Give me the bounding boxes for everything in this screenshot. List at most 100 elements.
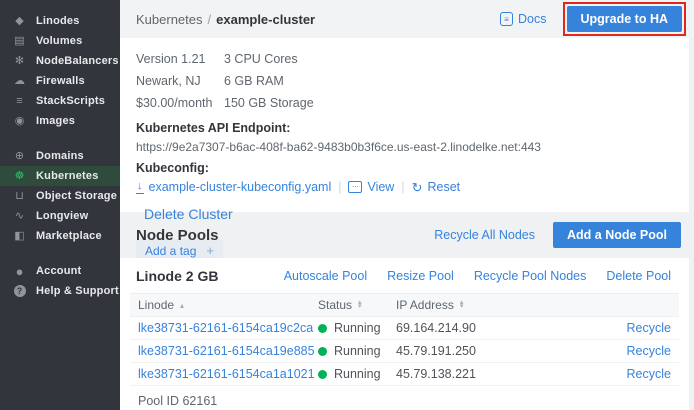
sidebar-item-account[interactable]: ● Account [0,261,120,281]
kubeconfig-filename: example-cluster-kubeconfig.yaml [149,180,332,194]
node-link[interactable]: lke38731-62161-6154ca19e885 [130,344,310,358]
recycle-node-link[interactable]: Recycle [627,344,671,358]
sidebar-item-kubernetes[interactable]: ☸ Kubernetes [0,166,120,186]
breadcrumb-kubernetes-link[interactable]: Kubernetes [136,12,203,27]
header-actions: ≡ Docs Upgrade to HA [500,2,686,36]
status-label: Running [334,321,381,335]
sidebar-item-label: Kubernetes [36,170,99,182]
view-label: View [367,180,394,194]
sidebar-item-help-support[interactable]: ? Help & Support [0,281,120,301]
sort-icon: ▴▾ [460,301,464,310]
resize-pool-link[interactable]: Resize Pool [387,269,454,283]
reset-label: Reset [428,180,461,194]
summary-row: Newark, NJ 6 GB RAM [136,70,673,92]
table-header: Linode ▴ Status ▴▾ IP Address ▴▾ [130,293,679,317]
cluster-ram: 6 GB RAM [224,74,673,88]
sidebar-item-label: Images [36,115,75,127]
sidebar-item-object-storage[interactable]: ⊔ Object Storage [0,186,120,206]
sidebar-item-label: NodeBalancers [36,55,119,67]
sidebar-item-longview[interactable]: ∿ Longview [0,206,120,226]
node-pools-actions: Recycle All Nodes Add a Node Pool [434,222,681,248]
sidebar-group-services: ⊕ Domains ☸ Kubernetes ⊔ Object Storage … [0,146,120,246]
sort-icon: ▴▾ [358,301,362,310]
cluster-price: $30.00/month [136,96,224,110]
question-mark-icon: ? [14,285,26,297]
node-pool-card: Linode 2 GB Autoscale Pool Resize Pool R… [120,258,689,410]
column-header-status[interactable]: Status ▴▾ [310,298,388,312]
docs-link[interactable]: ≡ Docs [500,12,546,26]
delete-pool-link[interactable]: Delete Pool [606,269,671,283]
upgrade-to-ha-button[interactable]: Upgrade to HA [567,6,683,32]
kubeconfig-reset-link[interactable]: ↻ Reset [412,180,461,194]
annotation-highlight-box: Upgrade to HA [563,2,687,36]
stackscripts-icon: ≡ [12,96,27,107]
cluster-region: Newark, NJ [136,74,224,88]
node-link[interactable]: lke38731-62161-6154ca1a1021 [130,367,310,381]
cluster-summary-card: Version 1.21 3 CPU Cores Newark, NJ 6 GB… [120,38,689,212]
sort-asc-icon: ▴ [180,301,184,310]
sidebar-item-label: Linodes [36,15,80,27]
sidebar-item-firewalls[interactable]: ☁ Firewalls [0,71,120,91]
sidebar-item-stackscripts[interactable]: ≡ StackScripts [0,91,120,111]
view-icon: ⋯ [348,181,362,193]
docs-label: Docs [518,12,546,26]
breadcrumb: Kubernetes / example-cluster [136,12,315,27]
object-storage-icon: ⊔ [12,191,27,202]
help-icon: ? [12,285,27,297]
cluster-storage: 150 GB Storage [224,96,673,110]
nodes-table: Linode ▴ Status ▴▾ IP Address ▴▾ lke3873… [130,293,679,408]
separator: | [338,180,341,194]
recycle-pool-nodes-link[interactable]: Recycle Pool Nodes [474,269,587,283]
summary-row: $30.00/month 150 GB Storage [136,92,673,114]
linodes-icon: ◆ [12,16,27,27]
cluster-version: Version 1.21 [136,52,224,66]
sidebar-group-compute: ◆ Linodes ▤ Volumes ✻ NodeBalancers ☁ Fi… [0,11,120,131]
sidebar-item-label: StackScripts [36,95,105,107]
node-ip: 45.79.138.221 [388,367,518,381]
sidebar-item-domains[interactable]: ⊕ Domains [0,146,120,166]
add-node-pool-button[interactable]: Add a Node Pool [553,222,681,248]
recycle-node-link[interactable]: Recycle [627,367,671,381]
sidebar-item-label: Volumes [36,35,82,47]
kubeconfig-label: Kubeconfig: [136,161,673,175]
column-header-ip-address[interactable]: IP Address ▴▾ [388,298,518,312]
sidebar-item-images[interactable]: ◉ Images [0,111,120,131]
page-header: Kubernetes / example-cluster ≡ Docs Upgr… [120,0,694,38]
autoscale-pool-link[interactable]: Autoscale Pool [284,269,367,283]
pool-name: Linode 2 GB [136,268,218,284]
sidebar-item-linodes[interactable]: ◆ Linodes [0,11,120,31]
sidebar-item-label: Longview [36,210,88,222]
node-status: Running [310,344,388,358]
domains-icon: ⊕ [12,151,27,162]
volumes-icon: ▤ [12,36,27,47]
summary-row: Version 1.21 3 CPU Cores [136,48,673,70]
recycle-all-nodes-link[interactable]: Recycle All Nodes [434,228,535,242]
kubeconfig-view-link[interactable]: ⋯ View [348,180,394,194]
images-icon: ◉ [12,116,27,127]
table-row: lke38731-62161-6154ca19c2ca Running 69.1… [130,317,679,340]
sidebar-item-label: Domains [36,150,84,162]
firewalls-icon: ☁ [12,76,27,87]
table-row: lke38731-62161-6154ca19e885 Running 45.7… [130,340,679,363]
cluster-cpu: 3 CPU Cores [224,52,673,66]
kubeconfig-download-link[interactable]: ↓ example-cluster-kubeconfig.yaml [136,180,331,194]
account-avatar-icon: ● [12,265,27,278]
sidebar-item-label: Help & Support [36,285,119,297]
node-status: Running [310,367,388,381]
kubeconfig-actions: ↓ example-cluster-kubeconfig.yaml | ⋯ Vi… [136,180,673,194]
docs-icon: ≡ [500,12,513,26]
pool-actions: Autoscale Pool Resize Pool Recycle Pool … [284,269,671,283]
sidebar-item-marketplace[interactable]: ◧ Marketplace [0,226,120,246]
sidebar-item-label: Object Storage [36,190,117,202]
sidebar-item-nodebalancers[interactable]: ✻ NodeBalancers [0,51,120,71]
recycle-node-link[interactable]: Recycle [627,321,671,335]
column-header-linode[interactable]: Linode ▴ [130,298,310,312]
marketplace-icon: ◧ [12,231,27,242]
node-pools-title: Node Pools [136,227,219,244]
sidebar-item-volumes[interactable]: ▤ Volumes [0,31,120,51]
column-label: IP Address [396,298,454,312]
sidebar-item-label: Account [36,265,81,277]
node-link[interactable]: lke38731-62161-6154ca19c2ca [130,321,310,335]
download-icon: ↓ [136,180,144,193]
sidebar: ◆ Linodes ▤ Volumes ✻ NodeBalancers ☁ Fi… [0,0,120,410]
